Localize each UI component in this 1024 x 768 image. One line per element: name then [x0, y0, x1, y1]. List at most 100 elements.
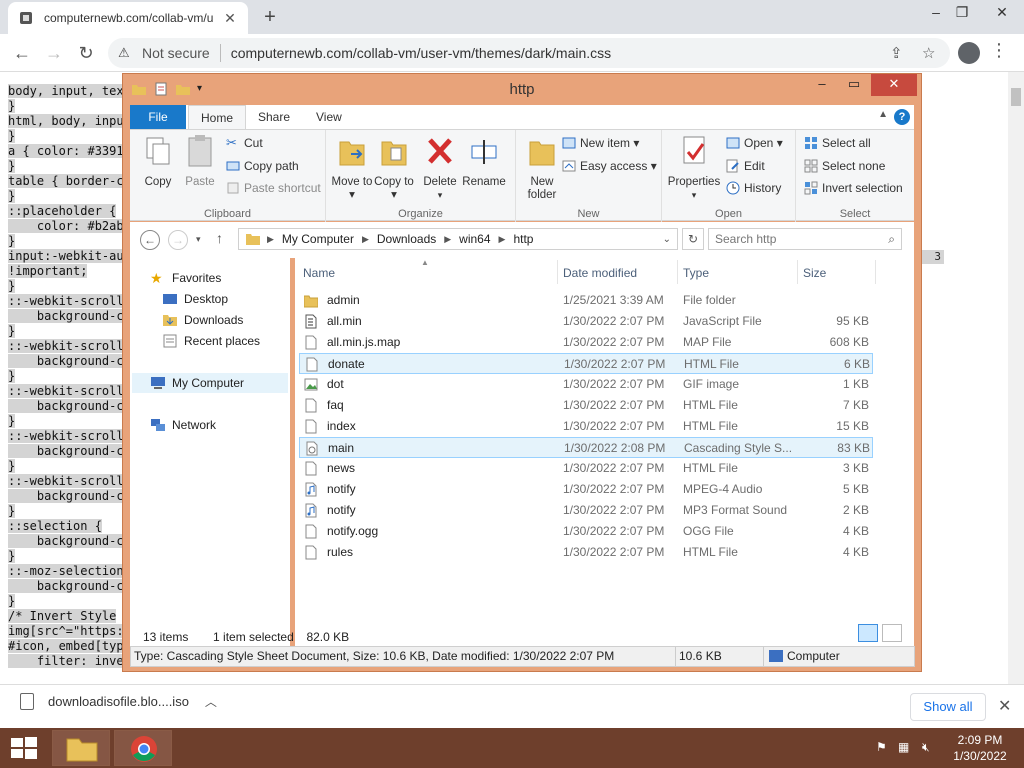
copy-button[interactable]: Copy	[136, 134, 180, 189]
column-divider[interactable]	[557, 260, 558, 284]
breadcrumb-my-computer[interactable]: My Computer	[282, 232, 354, 246]
tab-close-icon[interactable]: ✕	[222, 10, 238, 27]
tab-share[interactable]: Share	[246, 105, 302, 129]
column-type[interactable]: Type	[683, 266, 709, 280]
search-icon[interactable]: ⌕	[888, 229, 895, 249]
scrollbar-thumb[interactable]	[1011, 88, 1021, 106]
nav-favorites[interactable]: ★ Favorites	[150, 268, 221, 288]
breadcrumb-chevron-icon[interactable]: ▶	[362, 234, 369, 245]
large-icons-view-icon[interactable]	[882, 624, 902, 642]
nav-recent-places[interactable]: Recent places	[162, 331, 260, 351]
nav-my-computer[interactable]: My Computer	[132, 373, 288, 393]
browser-close-button[interactable]: ✕	[984, 0, 1020, 28]
new-tab-button[interactable]: +	[258, 6, 282, 28]
close-shelf-icon[interactable]: ✕	[998, 696, 1011, 716]
help-icon[interactable]: ?	[894, 109, 910, 125]
forward-icon[interactable]: →	[168, 230, 188, 250]
chevron-up-icon[interactable]: ︿	[205, 693, 217, 710]
open-button[interactable]: Open ▾	[726, 136, 783, 150]
download-item[interactable]: downloadisofile.blo....iso ︿	[20, 693, 217, 710]
paste-shortcut-button[interactable]: Paste shortcut	[226, 181, 321, 195]
history-button[interactable]: History	[726, 181, 781, 195]
address-bar[interactable]: ⚠ Not secure computernewb.com/collab-vm/…	[108, 38, 950, 68]
windows-start-icon[interactable]	[10, 736, 38, 760]
explorer-maximize-button[interactable]: ▭	[839, 74, 869, 96]
easy-access-button[interactable]: Easy access ▾	[562, 159, 657, 173]
file-row[interactable]: all.min.js.map 1/30/2022 2:07 PM MAP File 6…	[299, 332, 873, 353]
up-arrow-icon[interactable]: ↑	[216, 230, 223, 246]
explorer-minimize-button[interactable]: ‒	[807, 74, 837, 96]
breadcrumb-downloads[interactable]: Downloads	[377, 232, 436, 246]
address-dropdown-icon[interactable]: ⌄	[663, 234, 671, 245]
refresh-icon[interactable]: ↻	[682, 228, 704, 250]
column-divider[interactable]	[875, 260, 876, 284]
share-icon[interactable]: ⇪	[890, 44, 903, 62]
explorer-close-button[interactable]: ✕	[871, 74, 917, 96]
tab-home[interactable]: Home	[188, 105, 247, 129]
search-input[interactable]: Search http ⌕	[708, 228, 902, 250]
cut-button[interactable]: ✂ Cut	[226, 136, 263, 151]
recent-locations-icon[interactable]: ▾	[196, 234, 201, 245]
details-view-icon[interactable]	[858, 624, 878, 642]
taskbar-file-explorer[interactable]	[52, 730, 110, 766]
back-icon[interactable]: ←	[8, 40, 36, 66]
select-all-button[interactable]: Select all	[804, 136, 871, 150]
file-row[interactable]: index 1/30/2022 2:07 PM HTML File 15 KB	[299, 416, 873, 437]
volume-muted-icon[interactable]: 🔇︎	[922, 740, 938, 754]
address-breadcrumb[interactable]: ▶ My Computer ▶ Downloads ▶ win64 ▶ http…	[238, 228, 678, 250]
move-to-button[interactable]: Move to ▾	[330, 134, 374, 202]
tab-file[interactable]: File	[130, 105, 186, 129]
file-row[interactable]: notify.ogg 1/30/2022 2:07 PM OGG File 4 KB	[299, 521, 873, 542]
explorer-titlebar[interactable]: ▾ http ‒ ▭ ✕	[123, 74, 921, 104]
file-row[interactable]: main 1/30/2022 2:08 PM Cascading Style S..…	[299, 437, 873, 458]
file-row[interactable]: all.min 1/30/2022 2:07 PM JavaScript File 9…	[299, 311, 873, 332]
file-row[interactable]: dot 1/30/2022 2:07 PM GIF image 1 KB	[299, 374, 873, 395]
file-row[interactable]: admin 1/25/2021 3:39 AM File folder	[299, 290, 873, 311]
file-row[interactable]: notify 1/30/2022 2:07 PM MP3 Format Sound 2…	[299, 500, 873, 521]
column-date-modified[interactable]: Date modified	[563, 266, 637, 280]
properties-dropdown-icon[interactable]: ▾	[692, 190, 697, 200]
paste-button[interactable]: Paste	[178, 134, 222, 189]
invert-selection-button[interactable]: Invert selection	[804, 181, 903, 195]
back-icon[interactable]: ←	[140, 230, 160, 250]
column-divider[interactable]	[677, 260, 678, 284]
tab-view[interactable]: View	[304, 105, 354, 129]
breadcrumb-chevron-icon[interactable]: ▶	[444, 234, 451, 245]
column-name[interactable]: Name	[303, 266, 335, 280]
nav-downloads[interactable]: Downloads	[162, 310, 243, 330]
nav-desktop[interactable]: Desktop	[162, 289, 228, 309]
taskbar-chrome[interactable]	[114, 730, 172, 766]
properties-button[interactable]: Properties ▾	[666, 134, 722, 202]
file-row[interactable]: notify 1/30/2022 2:07 PM MPEG-4 Audio 5 KB	[299, 479, 873, 500]
delete-dropdown-icon[interactable]: ▾	[438, 190, 443, 200]
new-item-button[interactable]: New item ▾	[562, 136, 639, 150]
network-tray-icon[interactable]: ▦	[898, 740, 914, 754]
breadcrumb-chevron-icon[interactable]: ▶	[499, 234, 506, 245]
profile-avatar[interactable]	[958, 42, 980, 64]
breadcrumb-win64[interactable]: win64	[459, 232, 490, 246]
browser-menu-icon[interactable]: ⋮	[990, 40, 1008, 61]
edit-button[interactable]: Edit	[726, 159, 765, 173]
column-size[interactable]: Size	[803, 266, 826, 280]
flag-icon[interactable]: ⚑	[876, 740, 892, 754]
show-all-button[interactable]: Show all	[910, 693, 986, 721]
browser-restore-button[interactable]: ❐	[944, 0, 980, 28]
delete-button[interactable]: Delete ▾	[418, 134, 462, 202]
copy-to-button[interactable]: Copy to ▾	[372, 134, 416, 202]
copy-path-button[interactable]: Copy path	[226, 159, 299, 173]
breadcrumb-http[interactable]: http	[513, 232, 533, 246]
file-row[interactable]: faq 1/30/2022 2:07 PM HTML File 7 KB	[299, 395, 873, 416]
new-folder-button[interactable]: New folder	[520, 134, 564, 202]
browser-tab[interactable]: computernewb.com/collab-vm/u ✕	[8, 2, 248, 34]
file-row[interactable]: news 1/30/2022 2:07 PM HTML File 3 KB	[299, 458, 873, 479]
page-scrollbar[interactable]	[1008, 72, 1024, 684]
system-clock[interactable]: 2:09 PM 1/30/2022	[948, 732, 1012, 764]
ribbon-collapse-icon[interactable]: ▲	[878, 109, 888, 120]
bookmark-star-icon[interactable]: ☆	[922, 44, 935, 62]
reload-icon[interactable]: ↻	[72, 40, 100, 66]
column-divider[interactable]	[797, 260, 798, 284]
file-row[interactable]: donate 1/30/2022 2:07 PM HTML File 6 KB	[299, 353, 873, 374]
select-none-button[interactable]: Select none	[804, 159, 885, 173]
forward-icon[interactable]: →	[40, 40, 68, 66]
nav-network[interactable]: Network	[150, 415, 216, 435]
